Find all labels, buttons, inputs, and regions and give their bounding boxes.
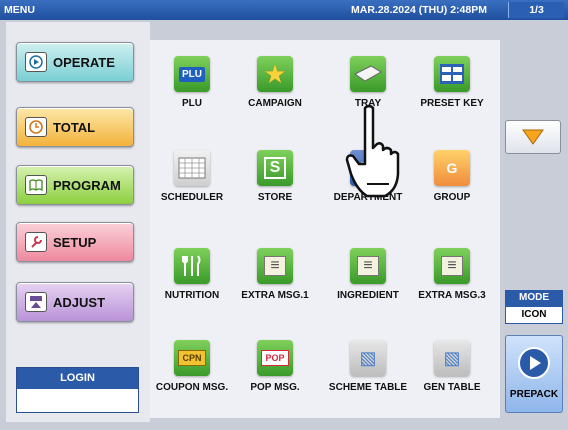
operate-label: OPERATE — [53, 54, 115, 70]
tile-label: PRESET KEY — [420, 98, 484, 109]
tile-group[interactable]: G GROUP — [412, 150, 492, 203]
scroll-down-button[interactable] — [505, 120, 561, 154]
message-icon: ≡ — [257, 248, 293, 284]
group-icon: G — [434, 150, 470, 186]
login-user-field[interactable] — [17, 389, 138, 412]
page-indicator: 1/3 — [508, 2, 564, 18]
gen-table-icon: ▧ — [434, 340, 470, 376]
tile-coupon-msg[interactable]: CPN COUPON MSG. — [152, 340, 232, 393]
tile-preset-key[interactable]: PRESET KEY — [412, 56, 492, 109]
tile-label: STORE — [257, 192, 293, 203]
tile-label: COUPON MSG. — [155, 382, 229, 393]
coupon-icon: CPN — [174, 340, 210, 376]
tile-label: POP MSG. — [250, 382, 300, 393]
tray-icon — [350, 56, 386, 92]
tile-extra-msg-3[interactable]: ≡ EXTRA MSG.3 — [412, 248, 492, 301]
menu-icon-grid: PLU PLU ★ CAMPAIGN TRAY PRESET KEY SCHED… — [150, 40, 500, 418]
tile-campaign[interactable]: ★ CAMPAIGN — [235, 56, 315, 109]
tile-label: GEN TABLE — [423, 382, 481, 393]
book-icon — [25, 175, 47, 195]
adjust-button[interactable]: ADJUST — [16, 282, 134, 322]
prepack-button[interactable]: PREPACK — [505, 335, 563, 413]
title-bar: MENU MAR.28.2024 (THU) 2:48PM 1/3 — [0, 0, 568, 20]
tile-ingredient[interactable]: ≡ INGREDIENT — [328, 248, 408, 301]
message-icon: ≡ — [350, 248, 386, 284]
clock-icon — [25, 117, 47, 137]
star-icon: ★ — [257, 56, 293, 92]
setup-label: SETUP — [53, 234, 97, 250]
mode-indicator: MODE ICON — [505, 290, 563, 326]
tile-label: INGREDIENT — [337, 290, 399, 301]
tile-label: EXTRA MSG.1 — [241, 290, 309, 301]
tile-scheme-table[interactable]: ▧ SCHEME TABLE — [328, 340, 408, 393]
total-button[interactable]: TOTAL — [16, 107, 134, 147]
operate-button[interactable]: OPERATE — [16, 42, 134, 82]
program-button[interactable]: PROGRAM — [16, 165, 134, 205]
tile-store[interactable]: S STORE — [235, 150, 315, 203]
login-box[interactable]: LOGIN — [16, 367, 139, 413]
total-label: TOTAL — [53, 119, 96, 135]
cutlery-icon — [174, 248, 210, 284]
tile-label: CAMPAIGN — [248, 98, 302, 109]
adjust-label: ADJUST — [53, 294, 106, 310]
scale-adjust-icon — [25, 292, 47, 312]
tile-tray[interactable]: TRAY — [328, 56, 408, 109]
play-circle-icon — [518, 347, 550, 379]
keyboard-icon — [434, 56, 470, 92]
pointing-hand-icon — [345, 104, 400, 198]
tile-label: EXTRA MSG.3 — [418, 290, 486, 301]
mode-label: MODE — [505, 290, 563, 306]
program-label: PROGRAM — [53, 177, 121, 193]
pop-icon: POP — [257, 340, 293, 376]
menu-title: MENU — [4, 4, 35, 16]
datetime-display: MAR.28.2024 (THU) 2:48PM — [351, 4, 487, 16]
play-circle-icon — [25, 52, 47, 72]
tile-pop-msg[interactable]: POP POP MSG. — [235, 340, 315, 393]
tile-scheduler[interactable]: SCHEDULER — [152, 150, 232, 203]
tile-gen-table[interactable]: ▧ GEN TABLE — [412, 340, 492, 393]
scheme-table-icon: ▧ — [350, 340, 386, 376]
store-icon: S — [257, 150, 293, 186]
setup-button[interactable]: SETUP — [16, 222, 134, 262]
tile-label: NUTRITION — [164, 290, 220, 301]
plu-icon: PLU — [174, 56, 210, 92]
tile-nutrition[interactable]: NUTRITION — [152, 248, 232, 301]
calendar-icon — [174, 150, 210, 186]
prepack-label: PREPACK — [509, 389, 559, 400]
login-label: LOGIN — [17, 368, 138, 389]
mode-value: ICON — [505, 306, 563, 324]
tile-label: SCHEME TABLE — [328, 382, 408, 393]
wrench-icon — [25, 232, 47, 252]
tile-extra-msg-1[interactable]: ≡ EXTRA MSG.1 — [235, 248, 315, 301]
tile-label: GROUP — [433, 192, 471, 203]
tile-label: PLU — [182, 98, 202, 109]
tile-label: SCHEDULER — [160, 192, 224, 203]
tile-plu[interactable]: PLU PLU — [152, 56, 232, 109]
left-nav-panel: OPERATE TOTAL PROGRAM SETUP ADJUST LOGIN — [6, 22, 150, 422]
message-icon: ≡ — [434, 248, 470, 284]
chevron-down-icon — [522, 129, 544, 145]
